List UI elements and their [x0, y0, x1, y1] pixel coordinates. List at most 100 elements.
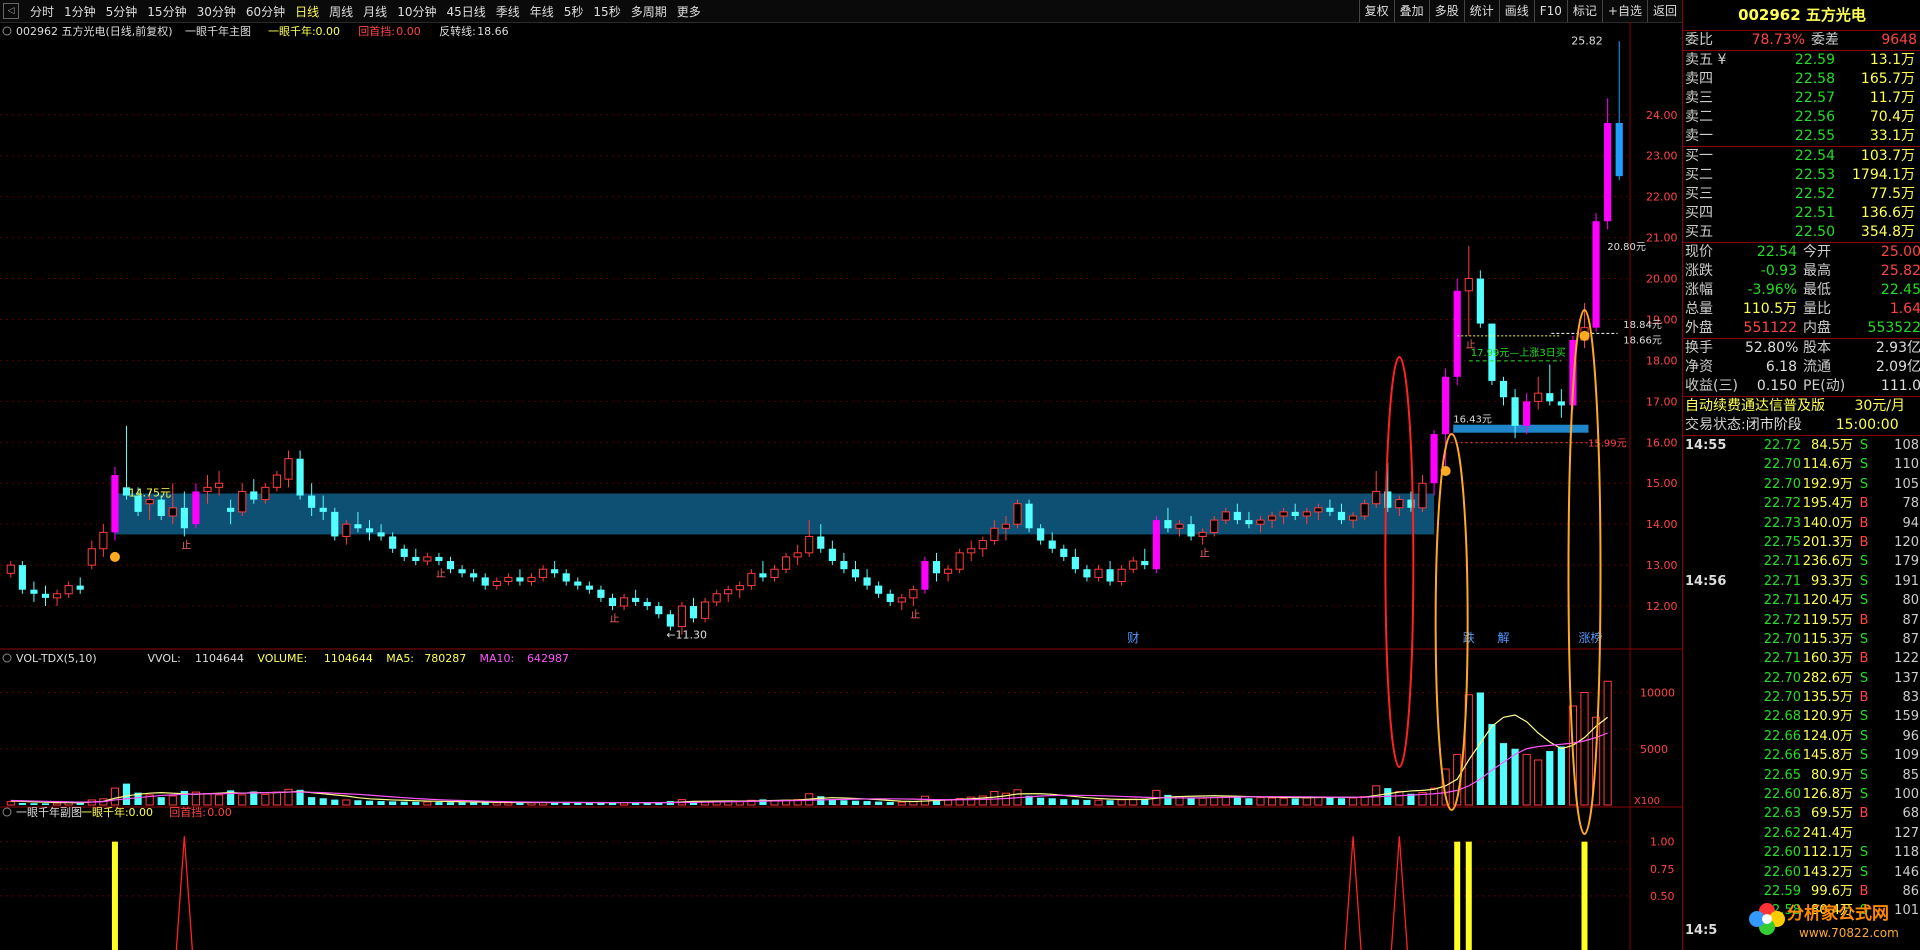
- panel-toggle-icon[interactable]: [2, 807, 12, 817]
- candle-body: [619, 597, 629, 607]
- volume-bar: [909, 801, 918, 806]
- tick-price: 22.71: [1763, 651, 1801, 667]
- candle: [458, 565, 466, 578]
- tick-count: 87: [1902, 631, 1919, 647]
- tool-button[interactable]: 叠加: [1393, 0, 1429, 22]
- weibi-value: 78.73%: [1751, 32, 1805, 48]
- candle-body: [851, 569, 860, 578]
- quote-row: 外盘 551122 内盘 553522: [1683, 319, 1920, 338]
- period-tab[interactable]: 5分钟: [101, 3, 143, 20]
- volume-bar: [30, 803, 38, 805]
- candle-body: [1210, 519, 1219, 533]
- period-tab[interactable]: 5秒: [559, 3, 589, 20]
- kline-chart[interactable]: 12.0013.0014.0015.0016.0017.0018.0019.00…: [0, 22, 1682, 950]
- y-tick-label: 17.00: [1646, 395, 1678, 408]
- promo-text[interactable]: 自动续费通达信普及版: [1683, 397, 1835, 416]
- promo-row[interactable]: 自动续费通达信普及版 30元/月: [1683, 397, 1920, 416]
- tick-volume: 115.3万: [1802, 631, 1853, 647]
- candle-body: [192, 491, 200, 525]
- period-tab[interactable]: 季线: [491, 3, 525, 20]
- candle-body: [1152, 520, 1160, 570]
- candle-body: [481, 577, 489, 586]
- tool-button[interactable]: 多股: [1428, 0, 1464, 22]
- candle-body: [272, 474, 282, 488]
- tick-volume: 93.3万: [1811, 573, 1853, 589]
- period-tab[interactable]: 1分钟: [59, 3, 101, 20]
- candle-body: [1557, 401, 1565, 406]
- tool-button[interactable]: 返回: [1646, 0, 1682, 22]
- tool-button[interactable]: 复权: [1358, 0, 1394, 22]
- event-label: 跌: [1463, 630, 1475, 645]
- period-tab[interactable]: 分时: [25, 3, 59, 20]
- tick-side: S: [1859, 767, 1869, 783]
- promo-price[interactable]: 30元/月: [1835, 397, 1905, 416]
- stop-marker: 止: [181, 539, 191, 551]
- candle: [64, 581, 73, 598]
- candle-body: [921, 561, 929, 590]
- candle: [238, 483, 247, 516]
- candle-body: [214, 482, 224, 488]
- candle: [284, 450, 293, 488]
- candle: [608, 593, 617, 611]
- back-nav-icon[interactable]: ◁: [3, 3, 19, 19]
- period-tab[interactable]: 45日线: [441, 3, 490, 20]
- volume-bar: [1117, 799, 1126, 806]
- volume-bar: [897, 801, 906, 806]
- candle: [1557, 389, 1565, 418]
- tick-time: [1683, 688, 1743, 707]
- candle: [1117, 565, 1126, 586]
- watermark-text: 分析家公式网: [1787, 903, 1889, 924]
- candle-body: [1430, 434, 1438, 484]
- ask-label: 卖四: [1685, 71, 1713, 87]
- panel-toggle-icon[interactable]: [2, 653, 12, 663]
- period-tab[interactable]: 周线: [324, 3, 358, 20]
- fundamental-key: 流通: [1803, 359, 1831, 375]
- volume-bar: [41, 803, 50, 805]
- quote-value: 551122: [1743, 320, 1797, 336]
- tool-button[interactable]: F10: [1533, 0, 1567, 22]
- panel-toggle-icon[interactable]: [2, 26, 12, 36]
- period-tab[interactable]: 15秒: [588, 3, 625, 20]
- tick-side: B: [1859, 806, 1869, 822]
- period-tab[interactable]: 更多: [672, 3, 706, 20]
- tick-volume: 143.2万: [1802, 864, 1853, 880]
- candle: [1106, 561, 1114, 586]
- candle-body: [30, 589, 38, 594]
- period-tab[interactable]: 10分钟: [392, 3, 441, 20]
- candle: [30, 581, 38, 602]
- tick-time: [1683, 514, 1743, 533]
- period-tab[interactable]: 多周期: [626, 3, 672, 20]
- candle: [400, 544, 408, 562]
- candle: [666, 610, 674, 631]
- tool-button[interactable]: 画线: [1498, 0, 1534, 22]
- tick-row: 14:55 22.72 84.5万 S 108: [1683, 436, 1920, 455]
- vol-unit-label: X100: [1634, 796, 1660, 807]
- period-tab[interactable]: 日线: [290, 3, 324, 20]
- tool-button[interactable]: 统计: [1463, 0, 1499, 22]
- ask-volume: 33.1万: [1869, 128, 1915, 144]
- tool-button[interactable]: 标记: [1566, 0, 1602, 22]
- period-tab[interactable]: 30分钟: [192, 3, 241, 20]
- fundamental-key: 净资: [1685, 359, 1713, 375]
- period-tab[interactable]: 15分钟: [142, 3, 191, 20]
- tick-time: [1683, 727, 1743, 746]
- candle: [1476, 270, 1484, 328]
- volume-bar: [1037, 797, 1045, 805]
- tick-volume: 84.5万: [1811, 438, 1853, 453]
- support-box-2: [1453, 424, 1589, 433]
- candle: [574, 577, 582, 590]
- ask-volume: 13.1万: [1869, 52, 1915, 68]
- panel-title: VOL-TDX(5,10): [16, 652, 97, 665]
- tool-button[interactable]: +自选: [1601, 0, 1647, 22]
- bid-row: 买四 22.51 136.6万: [1683, 204, 1920, 223]
- candle: [643, 597, 651, 611]
- period-tab[interactable]: 年线: [525, 3, 559, 20]
- panel-item-label: VVOL:: [148, 652, 181, 665]
- tick-row: 22.72 119.5万 B 87: [1683, 611, 1920, 630]
- sub-tick-label: 0.50: [1650, 890, 1675, 903]
- tick-price: 22.71: [1763, 593, 1801, 609]
- period-tab[interactable]: 月线: [358, 3, 392, 20]
- period-tab[interactable]: 60分钟: [241, 3, 290, 20]
- ask-label: 卖二: [1685, 109, 1713, 125]
- tick-time: [1683, 843, 1743, 862]
